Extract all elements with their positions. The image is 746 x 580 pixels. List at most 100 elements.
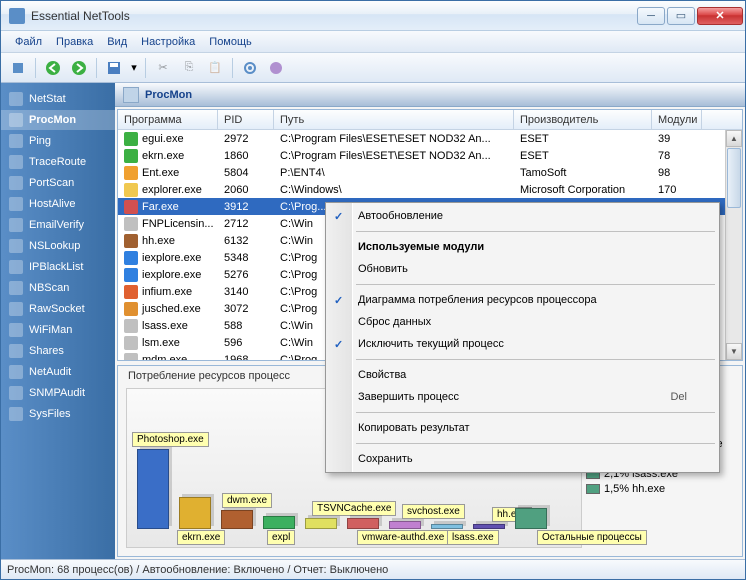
nav-label: PortScan (29, 177, 74, 189)
sidebar-item-sysfiles[interactable]: SysFiles (1, 404, 115, 424)
cell-path: C:\Windows\ (274, 184, 514, 196)
cut-button[interactable]: ✂ (152, 57, 174, 79)
column-header[interactable]: Производитель (514, 110, 652, 129)
bar-label: ekrn.exe (177, 530, 225, 545)
copy-button[interactable]: ⎘ (178, 57, 200, 79)
cell-pid: 3140 (218, 286, 274, 298)
sidebar-item-ping[interactable]: Ping (1, 131, 115, 151)
sidebar-item-ipblacklist[interactable]: IPBlackList (1, 257, 115, 277)
menu-item[interactable]: Копировать результат (328, 417, 717, 439)
menu-item[interactable]: ✓Исключить текущий процесс (328, 333, 717, 355)
file-icon (124, 200, 138, 214)
gear-button[interactable] (239, 57, 261, 79)
scroll-up-button[interactable]: ▲ (726, 130, 742, 147)
maximize-button[interactable]: ▭ (667, 7, 695, 25)
back-button[interactable] (42, 57, 64, 79)
menu-item[interactable]: Сохранить (328, 448, 717, 470)
nav-label: NSLookup (29, 240, 80, 252)
column-header[interactable]: Модули (652, 110, 702, 129)
forward-button[interactable] (68, 57, 90, 79)
scroll-thumb[interactable] (727, 148, 741, 208)
save-dropdown[interactable]: ▾ (129, 57, 139, 79)
menu-item[interactable]: ✓Автообновление (328, 205, 717, 227)
menu-edit[interactable]: Правка (50, 34, 99, 50)
sidebar-item-nbscan[interactable]: NBScan (1, 278, 115, 298)
menu-file[interactable]: Файл (9, 34, 48, 50)
table-row[interactable]: egui.exe2972C:\Program Files\ESET\ESET N… (118, 130, 742, 147)
sidebar-item-shares[interactable]: Shares (1, 341, 115, 361)
table-row[interactable]: Ent.exe5804P:\ENT4\TamoSoft98 (118, 164, 742, 181)
home-button[interactable] (7, 57, 29, 79)
app-icon (9, 8, 25, 24)
sidebar-item-rawsocket[interactable]: RawSocket (1, 299, 115, 319)
sidebar-item-procmon[interactable]: ProcMon (1, 110, 115, 130)
legend-item: 1,5% hh.exe (586, 481, 736, 496)
cell-prog: infium.exe (118, 285, 218, 299)
sidebar-item-snmpaudit[interactable]: SNMPAudit (1, 383, 115, 403)
menu-item[interactable]: Используемые модули (328, 236, 717, 258)
cell-pid: 596 (218, 337, 274, 349)
cell-path: C:\Program Files\ESET\ESET NOD32 An... (274, 150, 514, 162)
cell-pid: 1968 (218, 354, 274, 362)
nav-icon (9, 281, 23, 295)
table-row[interactable]: ekrn.exe1860C:\Program Files\ESET\ESET N… (118, 147, 742, 164)
app-window: Essential NetTools ─ ▭ ✕ Файл Правка Вид… (0, 0, 746, 580)
nav-label: RawSocket (29, 303, 85, 315)
cell-prog: Ent.exe (118, 166, 218, 180)
menu-item[interactable]: Свойства (328, 364, 717, 386)
cell-vendor: ESET (514, 133, 652, 145)
sidebar-item-portscan[interactable]: PortScan (1, 173, 115, 193)
bar-label: Photoshop.exe (132, 432, 209, 447)
grid-scrollbar[interactable]: ▲ ▼ (725, 130, 742, 360)
menu-view[interactable]: Вид (101, 34, 133, 50)
menu-item[interactable]: Обновить (328, 258, 717, 280)
minimize-button[interactable]: ─ (637, 7, 665, 25)
cell-pid: 6132 (218, 235, 274, 247)
check-icon: ✓ (334, 210, 343, 223)
sidebar-item-traceroute[interactable]: TraceRoute (1, 152, 115, 172)
column-header[interactable]: Программа (118, 110, 218, 129)
cell-vendor: Microsoft Corporation (514, 184, 652, 196)
sidebar: NetStat ProcMon Ping TraceRoute PortScan Host… (1, 83, 115, 559)
sidebar-item-emailverify[interactable]: EmailVerify (1, 215, 115, 235)
cell-prog: mdm.exe (118, 353, 218, 362)
bar-label: TSVNCache.exe (312, 501, 396, 516)
titlebar[interactable]: Essential NetTools ─ ▭ ✕ (1, 1, 745, 31)
sidebar-item-nslookup[interactable]: NSLookup (1, 236, 115, 256)
chart-bar (431, 524, 463, 529)
menu-item[interactable]: Завершить процессDel (328, 386, 717, 408)
scroll-down-button[interactable]: ▼ (726, 343, 742, 360)
menu-help[interactable]: Помощь (203, 34, 258, 50)
cell-pid: 2972 (218, 133, 274, 145)
nav-label: TraceRoute (29, 156, 86, 168)
table-row[interactable]: explorer.exe2060C:\Windows\Microsoft Cor… (118, 181, 742, 198)
column-header[interactable]: Путь (274, 110, 514, 129)
menu-separator (356, 231, 715, 232)
sidebar-item-wifiman[interactable]: WiFiMan (1, 320, 115, 340)
menu-item[interactable]: Сброс данных (328, 311, 717, 333)
sidebar-item-netaudit[interactable]: NetAudit (1, 362, 115, 382)
chart-bar (263, 516, 295, 529)
sidebar-item-hostalive[interactable]: HostAlive (1, 194, 115, 214)
cell-prog: lsm.exe (118, 336, 218, 350)
column-header[interactable]: PID (218, 110, 274, 129)
chart-bar (179, 497, 211, 529)
sidebar-item-netstat[interactable]: NetStat (1, 89, 115, 109)
legend-swatch (586, 484, 600, 494)
menu-settings[interactable]: Настройка (135, 34, 201, 50)
menu-label: Сохранить (358, 453, 413, 465)
close-button[interactable]: ✕ (697, 7, 743, 25)
help-button[interactable] (265, 57, 287, 79)
cell-pid: 5348 (218, 252, 274, 264)
status-text: ProcMon: 68 процесс(ов) / Автообновление… (7, 564, 388, 576)
nav-label: ProcMon (29, 114, 76, 126)
menu-separator (356, 359, 715, 360)
cell-pid: 588 (218, 320, 274, 332)
legend-text: 1,5% hh.exe (604, 483, 665, 495)
bar-label: Остальные процессы (537, 530, 647, 545)
paste-button[interactable]: 📋 (204, 57, 226, 79)
save-button[interactable] (103, 57, 125, 79)
cell-mod: 98 (652, 167, 702, 179)
chart-bar (347, 518, 379, 529)
menu-item[interactable]: ✓Диаграмма потребления ресурсов процессо… (328, 289, 717, 311)
